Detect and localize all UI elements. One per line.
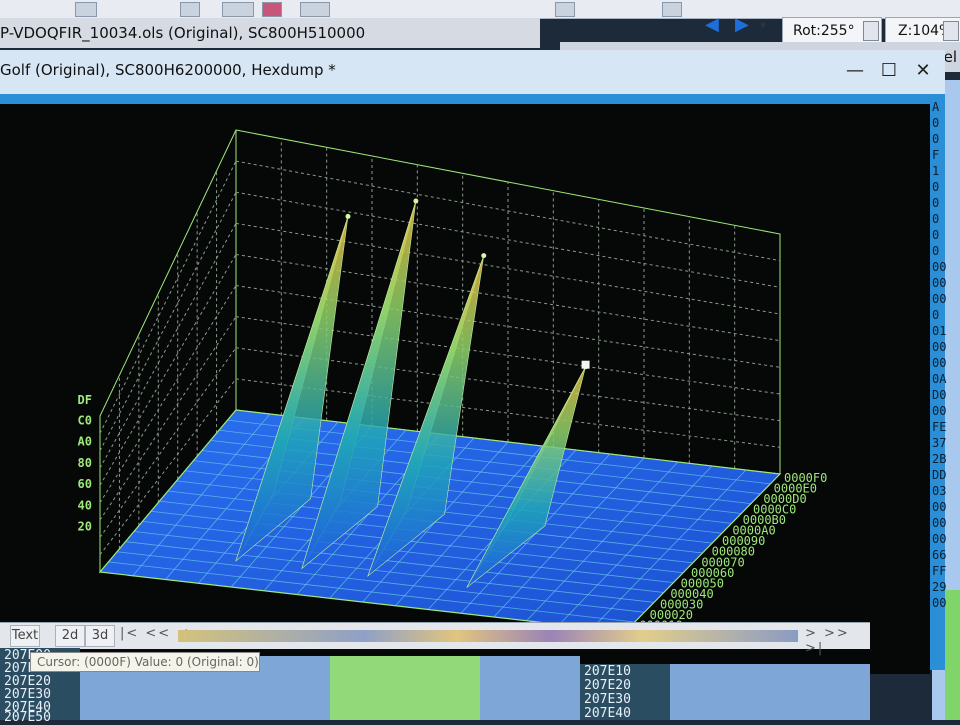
background-window-title[interactable]: P-VDOQFIR_10034.ols (Original), SC800H51…	[0, 18, 540, 48]
hex-cell[interactable]: 0	[932, 196, 960, 211]
dropdown-icon[interactable]: ▾	[760, 18, 766, 32]
columns-icon[interactable]	[300, 2, 330, 17]
hex-cell[interactable]: 0	[932, 228, 960, 243]
peak-marker	[481, 253, 487, 259]
window-titlebar[interactable]: Golf (Original), SC800H6200000, Hexdump …	[0, 50, 945, 94]
z-tick-label: 80	[78, 456, 92, 470]
zoom-field[interactable]: Z:104%	[885, 17, 960, 45]
record-icon[interactable]	[262, 2, 282, 17]
nav-right-controls[interactable]: > >> >|	[805, 626, 870, 656]
left-wall-hline	[99, 191, 237, 451]
left-wall-hline	[99, 223, 237, 469]
hex-cell[interactable]: D0	[932, 388, 960, 403]
hex-cell[interactable]: 66	[932, 548, 960, 563]
rotation-value: Rot:255°	[793, 23, 855, 39]
hex-address: 207E40	[584, 706, 631, 721]
hex-cell[interactable]: 0	[932, 132, 960, 147]
hex-cell[interactable]: FE	[932, 420, 960, 435]
hex-cell[interactable]: 0	[932, 244, 960, 259]
position-scrollbar[interactable]	[178, 630, 798, 642]
hex-cell[interactable]: 01	[932, 324, 960, 339]
hex-cell[interactable]: 00	[932, 340, 960, 355]
tab-text[interactable]: Text	[10, 625, 40, 647]
hex-data-panel-right[interactable]	[670, 664, 870, 720]
spin-icon[interactable]	[662, 2, 682, 17]
hex-address: 207E30	[584, 692, 631, 707]
z-tick-label: C0	[78, 413, 92, 427]
minimize-button[interactable]: —	[840, 56, 870, 86]
maximize-button[interactable]: ☐	[874, 56, 904, 86]
hex-cell[interactable]: 00	[932, 356, 960, 371]
close-button[interactable]: ✕	[908, 56, 938, 86]
tab-3d[interactable]: 3d	[85, 625, 115, 647]
layout-icon[interactable]	[222, 2, 254, 17]
hex-cell[interactable]: 00	[932, 516, 960, 531]
hex-cell[interactable]: 00	[932, 404, 960, 419]
chart-icon[interactable]	[75, 2, 97, 17]
hex-cell[interactable]: A	[932, 100, 960, 115]
3d-surface-chart[interactable]: 20406080A0C0DF00000000001000002000003000…	[0, 104, 930, 674]
hex-cell[interactable]: 00	[932, 500, 960, 515]
hex-cell[interactable]: 0A	[932, 372, 960, 387]
hex-address: 207E50	[4, 710, 51, 725]
z-tick-label: 40	[78, 498, 92, 512]
forward-arrow-icon[interactable]: ▶	[735, 14, 749, 35]
hex-cell[interactable]: 37	[932, 436, 960, 451]
back-wall-hline	[235, 160, 781, 262]
hex-address: 207E20	[584, 678, 631, 693]
hex-cell[interactable]: 00	[932, 260, 960, 275]
peak-marker	[345, 213, 351, 219]
step-icon[interactable]	[555, 2, 575, 17]
hex-address-panel-right: 207E10 207E20 207E30 207E40	[580, 664, 670, 721]
z-tick-label: 20	[78, 520, 92, 534]
hex-cell[interactable]: 0	[932, 212, 960, 227]
hex-cell[interactable]: 0	[932, 180, 960, 195]
hex-data-highlight[interactable]	[330, 656, 480, 720]
window-title: Golf (Original), SC800H6200000, Hexdump …	[0, 61, 336, 79]
rotation-field[interactable]: Rot:255°	[782, 17, 882, 45]
cursor-marker	[581, 360, 590, 369]
y-tick-label: 0000F0	[784, 471, 827, 485]
hex-cell[interactable]: 0	[932, 116, 960, 131]
hex-cell[interactable]: 29	[932, 580, 960, 595]
hex-cell[interactable]: 1	[932, 164, 960, 179]
hex-cell[interactable]: FF	[932, 564, 960, 579]
z-tick-label: 60	[78, 477, 92, 491]
hex-address: 207E10	[584, 664, 631, 679]
hex-cell[interactable]: 00	[932, 292, 960, 307]
hex-cell[interactable]: 03	[932, 484, 960, 499]
plot-area[interactable]: 20406080A0C0DF00000000001000002000003000…	[0, 104, 930, 674]
left-wall-hline	[99, 160, 237, 434]
z-tick-label: A0	[78, 435, 92, 449]
tab-2d[interactable]: 2d	[55, 625, 85, 647]
back-arrow-icon[interactable]: ◀	[705, 14, 719, 35]
peak-marker	[413, 198, 419, 204]
hex-cell[interactable]: 0	[932, 308, 960, 323]
import-icon[interactable]	[180, 2, 200, 17]
hex-cell[interactable]: 00	[932, 596, 960, 611]
hex-cell[interactable]: 2B	[932, 452, 960, 467]
view-bottom-bar: Text 2d 3d |< << < > >> >|	[0, 622, 870, 656]
z-tick-label: DF	[78, 393, 92, 407]
hex-cell[interactable]: 00	[932, 532, 960, 547]
chart-window: Golf (Original), SC800H6200000, Hexdump …	[0, 50, 945, 674]
zoom-stepper[interactable]	[943, 21, 959, 41]
cursor-tooltip: Cursor: (0000F) Value: 0 (Original: 0)	[30, 652, 260, 672]
hex-cell[interactable]: DD	[932, 468, 960, 483]
rotation-stepper[interactable]	[863, 21, 879, 41]
hex-cell[interactable]: F	[932, 148, 960, 163]
hex-cell[interactable]: 00	[932, 276, 960, 291]
